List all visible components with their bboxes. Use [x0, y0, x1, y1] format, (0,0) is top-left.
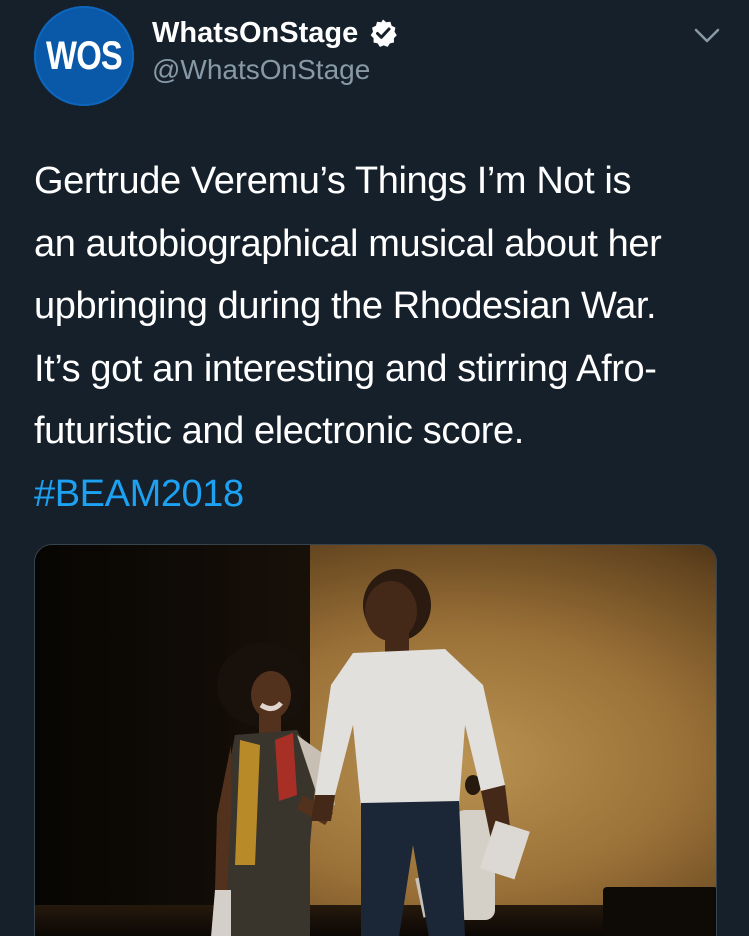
tweet-text: Gertrude Veremu’s Things I’m Not is an a…: [34, 150, 734, 525]
tweet-text-line: Gertrude Veremu’s Things I’m Not is: [34, 160, 632, 202]
tweet-text-line: It’s got an interesting and stirring Afr…: [34, 347, 657, 390]
verified-badge-icon: [368, 18, 398, 48]
hashtag-link[interactable]: #BEAM2018: [34, 463, 734, 526]
user-handle[interactable]: @WhatsOnStage: [152, 52, 370, 88]
tweet-text-line: upbringing during the Rhodesian War.: [34, 285, 657, 327]
avatar-logo-text: WOS: [46, 33, 123, 78]
display-name-row[interactable]: WhatsOnStage: [152, 14, 398, 52]
tweet: WOS WhatsOnStage @WhatsOnStage Gertrude …: [0, 0, 749, 936]
avatar[interactable]: WOS: [34, 6, 134, 106]
tweet-text-line: an autobiographical musical about her: [34, 222, 662, 265]
display-name[interactable]: WhatsOnStage: [152, 14, 358, 52]
tweet-text-line: futuristic and electronic score.: [34, 410, 524, 452]
stage-photo-illustration: [35, 545, 716, 936]
chevron-down-icon[interactable]: [690, 24, 724, 48]
tweet-photo[interactable]: [34, 544, 717, 936]
